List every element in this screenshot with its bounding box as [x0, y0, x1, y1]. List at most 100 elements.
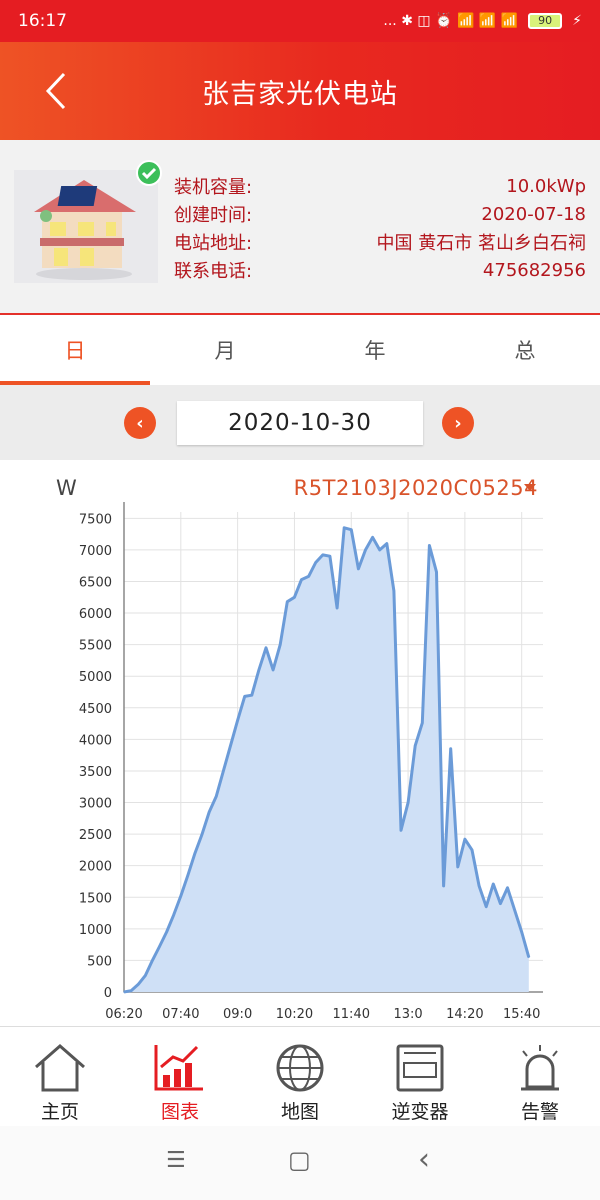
- info-label: 创建时间:: [174, 205, 253, 226]
- tab-year[interactable]: 年: [300, 315, 450, 385]
- y-tick-label: 6500: [79, 575, 112, 590]
- data-point: [180, 895, 182, 897]
- nav-chart[interactable]: 图表: [120, 1027, 240, 1126]
- data-point: [343, 526, 345, 529]
- nav-inverter[interactable]: 逆变器: [360, 1027, 480, 1126]
- info-value[interactable]: 475682956: [483, 260, 586, 281]
- data-point: [286, 600, 289, 603]
- y-tick-label: 1000: [79, 923, 112, 938]
- x-tick-label: 10:20: [276, 1007, 313, 1022]
- y-tick-label: 5000: [79, 670, 112, 685]
- status-icons: ... ✱ ◫ ⏰ 📶 📶 📶 90 ⚡: [383, 13, 582, 29]
- tab-total[interactable]: 总: [450, 315, 600, 385]
- app-bar: 张吉家光伏电站: [0, 42, 600, 140]
- info-label: 电站地址:: [174, 233, 253, 254]
- y-tick-label: 3500: [79, 765, 112, 780]
- data-point: [499, 902, 502, 905]
- station-house-image: [14, 170, 158, 283]
- info-value: 10.0kWp: [506, 175, 586, 197]
- status-bar: 16:17 ... ✱ ◫ ⏰ 📶 📶 📶 90 ⚡: [0, 0, 600, 42]
- data-point: [428, 544, 431, 547]
- date-display[interactable]: 2020-10-30: [177, 400, 423, 445]
- data-point: [208, 811, 211, 813]
- data-point: [144, 974, 147, 977]
- data-point: [300, 578, 303, 581]
- house-icon: [34, 180, 136, 280]
- data-point: [307, 575, 310, 578]
- data-point: [378, 549, 381, 551]
- data-point: [421, 722, 424, 724]
- battery-icon: 90: [528, 13, 563, 29]
- y-tick-label: 4500: [79, 702, 112, 717]
- data-point: [172, 914, 175, 916]
- info-value: 2020-07-18: [481, 203, 586, 225]
- x-tick-label: 15:40: [503, 1007, 540, 1022]
- nav-alarm[interactable]: 告警: [480, 1027, 600, 1126]
- y-tick-label: 2000: [79, 860, 112, 875]
- data-point: [350, 528, 353, 531]
- data-point: [265, 646, 267, 649]
- nav-label: 主页: [40, 1101, 79, 1123]
- status-time: 16:17: [18, 11, 67, 31]
- data-point: [485, 905, 487, 908]
- nav-label: 地图: [280, 1101, 319, 1123]
- data-point: [243, 695, 246, 698]
- data-point: [151, 959, 154, 962]
- data-point: [137, 983, 140, 986]
- data-point: [322, 554, 324, 556]
- data-point: [471, 849, 473, 851]
- bottom-navigation: 主页 图表 地图 逆变器 告警: [0, 1026, 600, 1126]
- data-point: [329, 555, 331, 558]
- data-point: [385, 542, 388, 545]
- data-point: [478, 885, 480, 887]
- data-point: [293, 596, 296, 599]
- data-point: [123, 991, 125, 993]
- inverter-icon: [396, 1044, 444, 1092]
- home-square-icon[interactable]: ▢: [288, 1146, 311, 1174]
- nav-home[interactable]: 主页: [0, 1027, 120, 1126]
- back-button[interactable]: [36, 68, 76, 114]
- charging-icon: ⚡: [572, 13, 582, 29]
- y-tick-label: 7500: [79, 512, 112, 527]
- data-point: [272, 669, 274, 671]
- x-tick-label: 06:20: [105, 1007, 142, 1022]
- y-tick-label: 7000: [79, 544, 112, 559]
- data-point: [364, 549, 367, 551]
- info-row-capacity: 装机容量: 10.0kWp: [174, 172, 586, 200]
- nav-label: 告警: [520, 1101, 559, 1123]
- data-point: [251, 694, 253, 696]
- system-navigation-bar: ☰ ▢ ‹: [0, 1126, 600, 1200]
- data-point: [442, 885, 445, 887]
- y-tick-label: 2500: [79, 828, 112, 843]
- data-point: [158, 945, 161, 948]
- y-tick-label: 6000: [79, 607, 112, 622]
- power-chart-panel: W R5T2103J2020C05254 0 500 1000 1500 2000 250…: [0, 460, 600, 1026]
- chart-unit-label: W: [56, 476, 77, 500]
- y-tick-label: 500: [87, 954, 112, 969]
- data-point: [187, 874, 189, 876]
- tab-month[interactable]: 月: [150, 315, 300, 385]
- next-date-button[interactable]: ›: [442, 407, 474, 439]
- y-tick-label: 5500: [79, 639, 112, 654]
- device-selector[interactable]: R5T2103J2020C05254: [294, 476, 538, 500]
- data-point: [229, 744, 232, 747]
- info-value: 中国 黄石市 茗山乡白石祠: [376, 233, 586, 254]
- data-point: [194, 852, 196, 854]
- data-point: [456, 866, 459, 868]
- nav-label: 逆变器: [391, 1101, 449, 1123]
- tab-day[interactable]: 日: [0, 315, 150, 385]
- nav-map[interactable]: 地图: [240, 1027, 360, 1126]
- chevron-left-icon: ‹: [136, 412, 144, 434]
- prev-date-button[interactable]: ‹: [124, 407, 156, 439]
- x-tick-label: 09:0: [223, 1007, 252, 1022]
- info-row-created: 创建时间: 2020-07-18: [174, 200, 586, 228]
- chevron-left-icon: [45, 72, 66, 110]
- power-area-fill: [124, 527, 529, 992]
- y-tick-label: 3000: [79, 797, 112, 812]
- x-tick-label: 11:40: [333, 1007, 370, 1022]
- menu-icon[interactable]: ☰: [166, 1148, 186, 1173]
- back-icon[interactable]: ‹: [418, 1142, 430, 1177]
- data-point: [400, 829, 402, 832]
- data-point: [393, 590, 395, 592]
- dropdown-caret-icon[interactable]: [524, 484, 536, 491]
